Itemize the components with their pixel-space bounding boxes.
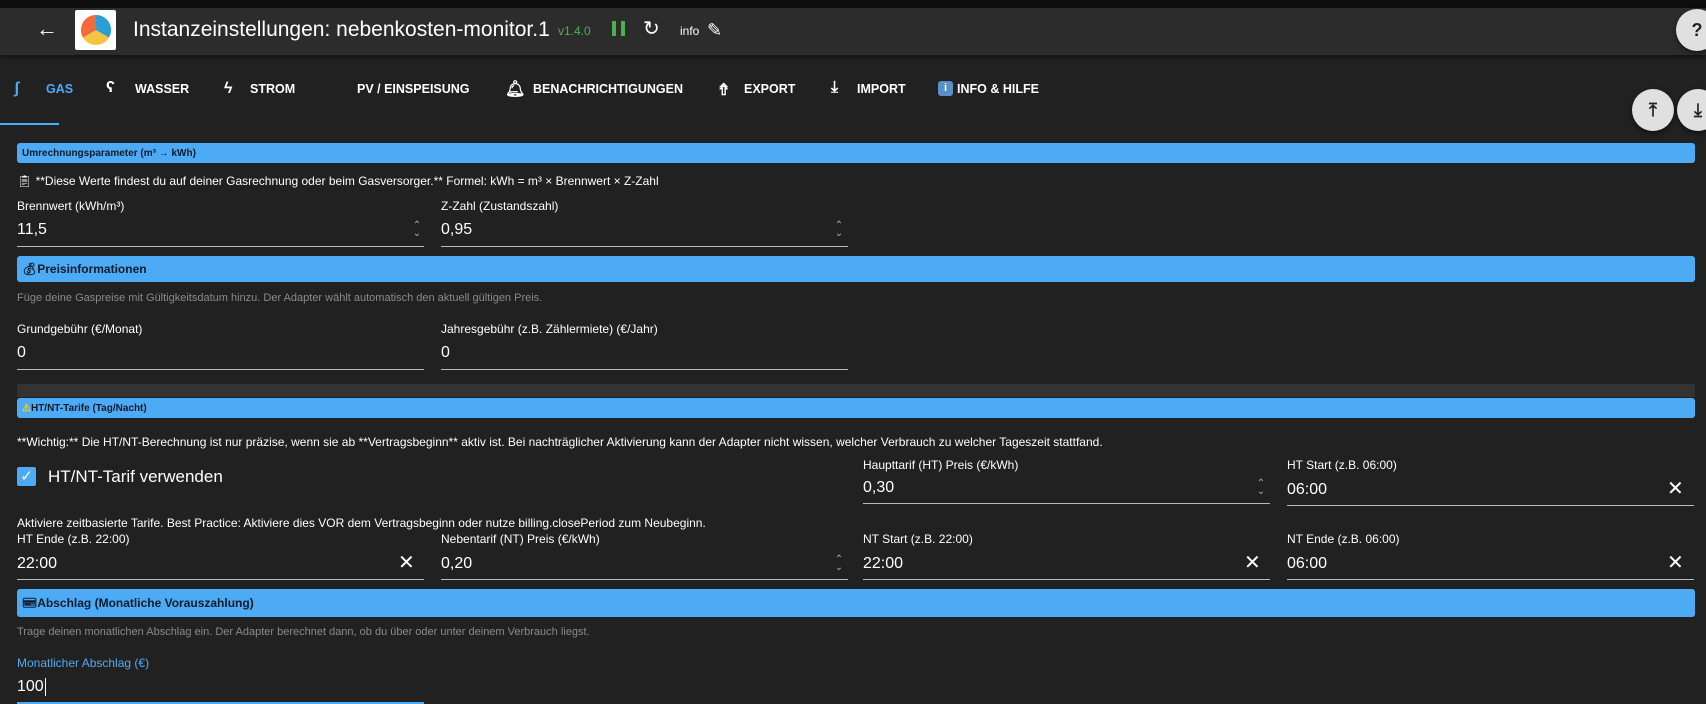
section-header-abschlag: 💳︎ Abschlag (Monatliche Vorauszahlung) <box>17 589 1695 617</box>
grundgebuehr-underline <box>17 369 424 370</box>
brennwert-underline <box>17 246 424 247</box>
upload-config-button[interactable]: ⤒ <box>1632 89 1674 131</box>
brennwert-label: Brennwert (kWh/m³) <box>17 199 125 213</box>
bell-icon: 🔔︎ <box>505 81 526 98</box>
section-header-htnt: ⚠ HT/NT-Tarife (Tag/Nacht) <box>17 398 1695 418</box>
preis-note: Füge deine Gaspreise mit Gültigkeitsdatu… <box>17 292 543 304</box>
version-label: v1.4.0 <box>558 24 591 38</box>
clipboard-icon: 📋︎ <box>17 174 36 188</box>
download-icon: ⤓ <box>831 79 839 96</box>
info-label[interactable]: info <box>680 24 699 38</box>
lightning-icon: ϟ <box>224 80 233 97</box>
ht-start-clear-icon[interactable]: ✕ <box>1667 479 1684 499</box>
tab-pv-einspeisung[interactable]: PV / EINSPEISUNG <box>357 82 470 96</box>
zzahl-input[interactable]: 0,95 <box>441 221 472 239</box>
htnt-note: **Wichtig:** Die HT/NT-Berechnung ist nu… <box>17 435 1103 449</box>
tab-benachrichtigungen[interactable]: 🔔︎ BENACHRICHTIGUNGEN <box>505 81 683 98</box>
htnt-checkbox-label[interactable]: HT/NT-Tarif verwenden <box>48 467 223 487</box>
ht-start-underline <box>1287 505 1694 506</box>
nt-end-underline <box>1287 579 1694 580</box>
gas-flame-icon: ʃ <box>14 80 20 97</box>
tab-strom[interactable]: ϟ STROM <box>224 80 295 97</box>
tab-gas[interactable]: ʃ GAS <box>14 80 73 97</box>
ht-price-stepper[interactable]: ⌃ ⌄ <box>1256 479 1266 497</box>
ht-start-label: HT Start (z.B. 06:00) <box>1287 458 1397 472</box>
ht-end-input[interactable]: 22:00 <box>17 555 57 573</box>
ht-end-clear-icon[interactable]: ✕ <box>398 553 415 573</box>
warning-icon: ⚠ <box>22 402 31 414</box>
zzahl-stepper[interactable]: ⌃ ⌄ <box>834 221 844 239</box>
page-title: Instanzeinstellungen: nebenkosten-monito… <box>133 18 550 41</box>
help-icon: ? <box>1691 19 1703 40</box>
zzahl-label: Z-Zahl (Zustandszahl) <box>441 199 559 213</box>
top-strip <box>0 0 1706 8</box>
ht-end-label: HT Ende (z.B. 22:00) <box>17 532 130 546</box>
nt-price-stepper[interactable]: ⌃ ⌄ <box>834 555 844 573</box>
tab-info-hilfe[interactable]: i INFO & HILFE <box>938 81 1039 96</box>
money-bag-icon: 💰︎ <box>22 262 38 276</box>
upload-icon: ⇮ <box>717 82 731 99</box>
umrechnung-note: 📋︎ **Diese Werte findest du auf deiner G… <box>17 174 659 188</box>
nt-start-label: NT Start (z.B. 22:00) <box>863 532 973 546</box>
download-config-button[interactable]: ⤓ <box>1677 89 1706 131</box>
info-icon: i <box>938 81 953 96</box>
grundgebuehr-input[interactable]: 0 <box>17 344 26 362</box>
upload-icon: ⤒ <box>1649 99 1657 120</box>
abschlag-note: Trage deinen monatlichen Abschlag ein. D… <box>17 626 590 638</box>
jahresgebuehr-input[interactable]: 0 <box>441 344 450 362</box>
nt-end-label: NT Ende (z.B. 06:00) <box>1287 532 1400 546</box>
jahresgebuehr-label: Jahresgebühr (z.B. Zählermiete) (€/Jahr) <box>441 322 658 336</box>
brennwert-input[interactable]: 11,5 <box>17 221 47 239</box>
section-header-preis: 💰︎ Preisinformationen <box>17 256 1695 282</box>
htnt-checkbox-help: Aktiviere zeitbasierte Tarife. Best Prac… <box>17 516 706 530</box>
nt-start-underline <box>863 579 1270 580</box>
brennwert-stepper[interactable]: ⌃ ⌄ <box>412 221 422 239</box>
refresh-icon[interactable]: ↻ <box>643 18 660 40</box>
abschlag-label: Monatlicher Abschlag (€) <box>17 656 150 670</box>
water-tap-icon: ʕ <box>106 79 115 96</box>
zzahl-underline <box>441 246 848 247</box>
back-arrow-icon[interactable]: ← <box>36 18 58 40</box>
nt-end-input[interactable]: 06:00 <box>1287 555 1327 573</box>
tab-export[interactable]: ⇮ EXPORT <box>717 82 795 99</box>
ht-price-input[interactable]: 0,30 <box>863 479 894 497</box>
htnt-checkbox[interactable]: ✓ <box>17 467 36 486</box>
nt-price-label: Nebentarif (NT) Preis (€/kWh) <box>441 532 600 546</box>
pencil-icon[interactable]: ✎ <box>707 19 722 41</box>
nt-end-clear-icon[interactable]: ✕ <box>1667 553 1684 573</box>
divider-band <box>17 384 1695 397</box>
tab-import[interactable]: ⤓ IMPORT <box>831 79 906 96</box>
ht-price-underline <box>863 503 1270 504</box>
nt-price-underline <box>441 579 848 580</box>
credit-card-icon: 💳︎ <box>22 596 38 610</box>
active-tab-indicator <box>0 123 59 125</box>
ht-end-underline <box>17 579 424 580</box>
nt-start-input[interactable]: 22:00 <box>863 555 903 573</box>
abschlag-input[interactable]: 100 <box>17 678 46 696</box>
nt-start-clear-icon[interactable]: ✕ <box>1244 553 1261 573</box>
pause-icon[interactable] <box>612 21 626 36</box>
download-icon: ⤓ <box>1694 99 1702 120</box>
tab-wasser[interactable]: ʕ WASSER <box>106 79 189 96</box>
ht-price-label: Haupttarif (HT) Preis (€/kWh) <box>863 458 1019 472</box>
grundgebuehr-label: Grundgebühr (€/Monat) <box>17 322 143 336</box>
ht-start-input[interactable]: 06:00 <box>1287 481 1327 499</box>
section-header-umrechnung: Umrechnungsparameter (m³ → kWh) <box>17 143 1695 163</box>
jahresgebuehr-underline <box>441 369 848 370</box>
nt-price-input[interactable]: 0,20 <box>441 555 472 573</box>
adapter-logo <box>75 10 116 50</box>
